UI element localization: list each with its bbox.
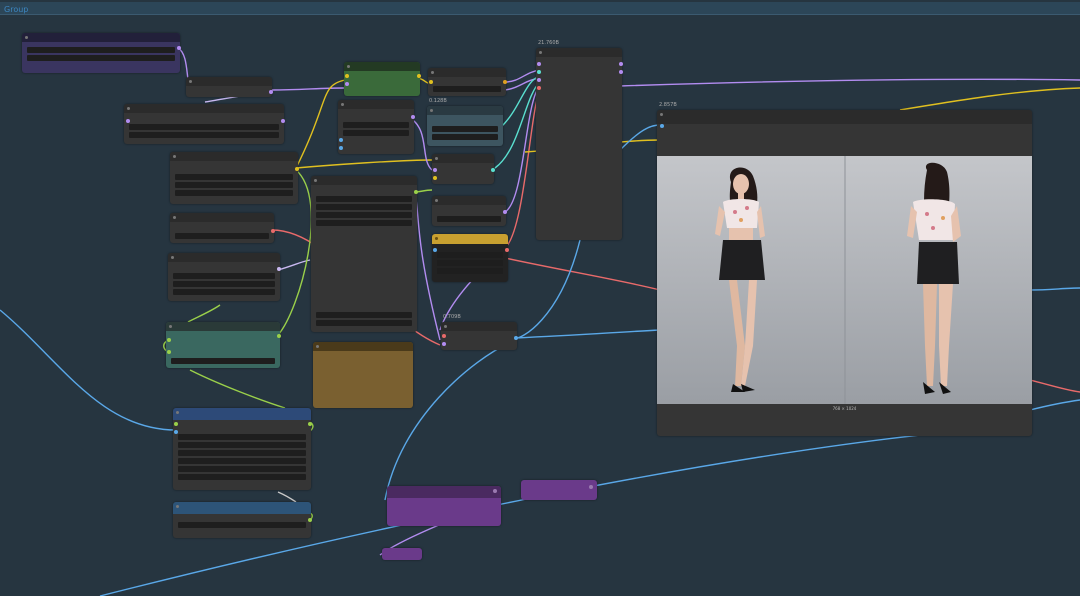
node-mid-a[interactable]: 0.128B [427, 98, 503, 146]
wire [295, 159, 433, 169]
node-yellow-vae[interactable] [432, 234, 509, 282]
text-field[interactable] [343, 122, 409, 128]
text-field[interactable] [316, 220, 412, 226]
wire [1029, 287, 1080, 291]
text-field[interactable] [432, 126, 498, 132]
group-header[interactable]: Group [0, 2, 1080, 15]
node-purple-2[interactable] [521, 480, 597, 500]
preview-caption: 768 × 1024 [832, 406, 857, 411]
node-title: 2.857B [659, 102, 677, 108]
node-mid-right-2[interactable] [432, 154, 495, 184]
wire [504, 257, 661, 291]
text-field[interactable] [175, 182, 293, 188]
wire [1029, 399, 1080, 411]
text-field[interactable] [178, 522, 306, 528]
preview-image[interactable] [657, 156, 1032, 404]
preview-image-svg [657, 156, 1032, 404]
node-lower-a[interactable]: 0.709B [441, 314, 518, 350]
text-field[interactable] [316, 196, 412, 202]
node-teal[interactable] [166, 322, 281, 368]
text-field[interactable] [437, 268, 503, 274]
wire [499, 75, 541, 129]
text-field[interactable] [343, 130, 409, 136]
text-field[interactable] [175, 190, 293, 196]
node-conditioning[interactable] [168, 253, 281, 301]
node-title: 21.760B [538, 40, 559, 46]
wire [504, 85, 541, 213]
group-title: Group [4, 5, 29, 14]
wire [1029, 379, 1080, 393]
text-field[interactable] [178, 434, 306, 440]
node-blue-sampler[interactable] [173, 408, 312, 490]
wire [514, 239, 581, 339]
node-small-1[interactable] [186, 77, 273, 97]
text-field[interactable] [173, 281, 275, 287]
text-field[interactable] [173, 289, 275, 295]
text-field[interactable] [171, 358, 275, 364]
text-field[interactable] [178, 466, 306, 472]
text-field[interactable] [433, 86, 501, 92]
node-prompt-top[interactable] [22, 33, 181, 73]
wire [514, 329, 661, 339]
wire [277, 491, 297, 503]
text-field[interactable] [27, 55, 175, 61]
wire [504, 69, 541, 83]
node-loader[interactable] [124, 104, 285, 144]
node-title: 0.709B [443, 314, 461, 320]
node-mid-1[interactable] [338, 100, 415, 154]
wire [899, 87, 1080, 111]
wire [187, 304, 221, 323]
text-field[interactable] [437, 252, 503, 258]
node-purple-3[interactable] [382, 548, 422, 560]
text-field[interactable] [316, 312, 412, 318]
node-large-mid[interactable] [311, 176, 418, 332]
wire [504, 77, 541, 91]
text-field[interactable] [437, 260, 503, 266]
text-field[interactable] [129, 132, 279, 138]
wire [189, 369, 286, 409]
text-field[interactable] [437, 216, 501, 222]
wire [619, 124, 661, 151]
text-field[interactable] [175, 174, 293, 180]
text-field[interactable] [173, 273, 275, 279]
wire [277, 259, 311, 271]
text-field[interactable] [316, 204, 412, 210]
node-purple-1[interactable] [387, 486, 501, 526]
text-field[interactable] [316, 212, 412, 218]
node-title: 0.128B [429, 98, 447, 104]
workflow-canvas[interactable]: Group 0.128B 0.709B 21.760B 2.857B 768 ×… [0, 0, 1080, 596]
text-field[interactable] [316, 320, 412, 326]
text-field[interactable] [178, 458, 306, 464]
wire [504, 89, 541, 249]
wire [0, 309, 177, 431]
text-field[interactable] [27, 47, 175, 53]
wire [619, 78, 1080, 87]
node-preview[interactable]: 2.857B 768 × 1024 [657, 102, 1032, 436]
text-field[interactable] [129, 124, 279, 130]
node-blue-bottom[interactable] [173, 502, 312, 538]
wire [271, 87, 346, 91]
node-green-checkpoint[interactable] [344, 62, 421, 96]
node-brown-note[interactable] [313, 342, 413, 408]
text-field[interactable] [432, 134, 498, 140]
text-field[interactable] [175, 233, 269, 239]
node-mid-right-1[interactable] [428, 68, 507, 96]
node-model[interactable] [170, 152, 299, 204]
text-field[interactable] [178, 474, 306, 480]
node-small-2[interactable] [170, 213, 275, 243]
node-mid-right-3[interactable] [432, 196, 507, 226]
text-field[interactable] [178, 442, 306, 448]
text-field[interactable] [178, 450, 306, 456]
node-top-center[interactable]: 21.760B [536, 40, 623, 240]
